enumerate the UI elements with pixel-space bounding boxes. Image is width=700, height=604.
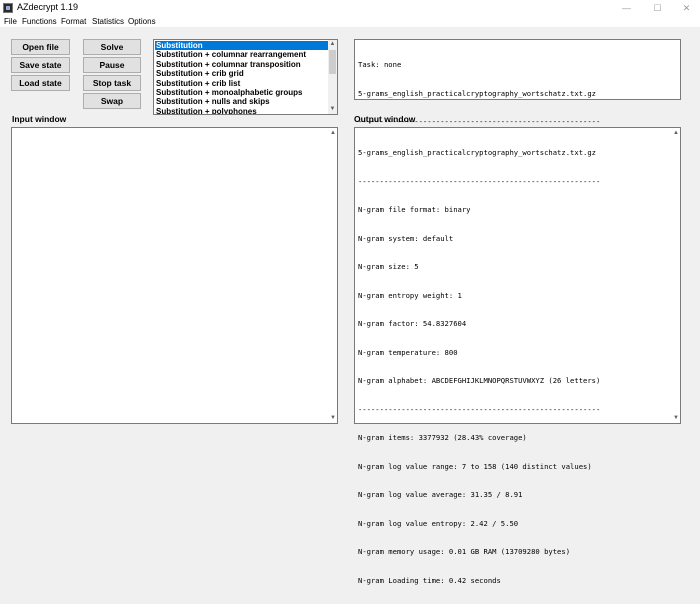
save-state-button[interactable]: Save state <box>11 57 70 73</box>
close-icon[interactable]: ✕ <box>674 0 699 16</box>
output-line: ----------------------------------------… <box>358 176 601 186</box>
output-line: N-gram file format: binary <box>358 205 471 214</box>
solver-item[interactable]: Substitution + columnar rearrangement <box>155 50 329 59</box>
minimize-icon[interactable]: — <box>614 0 639 16</box>
output-window-label: Output window <box>354 114 416 124</box>
solver-item[interactable]: Substitution + crib list <box>155 79 329 88</box>
app-icon <box>3 3 13 13</box>
output-line: 5-grams_english_practicalcryptography_wo… <box>358 148 596 157</box>
window-title: AZdecrypt 1.19 <box>17 2 79 12</box>
pause-button[interactable]: Pause <box>83 57 141 73</box>
scroll-down-icon[interactable]: ▼ <box>328 105 337 114</box>
output-line: N-gram alphabet: ABCDEFGHIJKLMNOPQRSTUVW… <box>358 376 601 385</box>
output-line: ----------------------------------------… <box>358 404 601 414</box>
menu-functions[interactable]: Functions <box>22 16 57 27</box>
output-line: N-gram system: default <box>358 233 454 243</box>
stop-task-button[interactable]: Stop task <box>83 75 141 91</box>
output-line: N-gram log value average: 31.35 / 8.91 <box>358 490 523 499</box>
output-line: N-gram memory usage: 0.01 GB RAM (137092… <box>358 547 571 556</box>
status-panel[interactable]: Task: none 5-grams_english_practicalcryp… <box>354 39 681 126</box>
solver-listbox[interactable]: Substitution Substitution + columnar rea… <box>153 39 338 115</box>
solver-item-selected[interactable]: Substitution <box>155 41 329 51</box>
output-window[interactable]: 5-grams_english_practicalcryptography_wo… <box>354 127 681 585</box>
open-file-button[interactable]: Open file <box>11 39 70 55</box>
scroll-up-icon[interactable]: ▲ <box>328 40 337 49</box>
menu-file[interactable]: File <box>4 16 17 27</box>
input-window-label: Input window <box>12 114 67 124</box>
menu-statistics[interactable]: Statistics <box>92 16 124 27</box>
output-line: N-gram items: 3377932 (28.43% coverage) <box>358 433 527 442</box>
title-bar: AZdecrypt 1.19 — ☐ ✕ <box>0 0 700 16</box>
solver-item[interactable]: Substitution + monoalphabetic groups <box>155 88 329 97</box>
maximize-icon[interactable]: ☐ <box>645 0 670 16</box>
scroll-up-icon[interactable]: ▲ <box>673 130 679 136</box>
menu-options[interactable]: Options <box>128 16 156 27</box>
output-text: 5-grams_english_practicalcryptography_wo… <box>358 129 600 604</box>
output-line: N-gram log value range: 7 to 158 (140 di… <box>358 461 592 471</box>
solver-item[interactable]: Substitution + polyphones <box>155 107 329 114</box>
status-line: Task: none <box>358 60 402 69</box>
solver-list-scrollbar[interactable]: ▲ ▼ <box>328 40 337 114</box>
solve-button[interactable]: Solve <box>83 39 141 55</box>
menu-bar: File Functions Format Statistics Options <box>0 16 700 27</box>
scroll-down-icon[interactable]: ▼ <box>673 415 679 421</box>
output-line: N-gram temperature: 800 <box>358 347 458 357</box>
output-line: N-gram entropy weight: 1 <box>358 290 462 300</box>
menu-format[interactable]: Format <box>61 16 86 27</box>
input-window[interactable]: ▲ ▼ <box>11 127 338 424</box>
swap-button[interactable]: Swap <box>83 93 141 109</box>
status-line: 5-grams_english_practicalcryptography_wo… <box>358 88 596 98</box>
scroll-down-icon[interactable]: ▼ <box>330 415 336 421</box>
output-line: N-gram Loading time: 0.42 seconds <box>358 575 501 585</box>
solver-item[interactable]: Substitution + columnar transposition <box>155 60 329 69</box>
scroll-thumb[interactable] <box>329 50 336 74</box>
output-line: N-gram log value entropy: 2.42 / 5.50 <box>358 518 519 528</box>
load-state-button[interactable]: Load state <box>11 75 70 91</box>
output-line: N-gram factor: 54.8327604 <box>358 319 467 328</box>
output-line: N-gram size: 5 <box>358 262 419 271</box>
solver-item[interactable]: Substitution + crib grid <box>155 69 329 78</box>
scroll-up-icon[interactable]: ▲ <box>330 130 336 136</box>
solver-item[interactable]: Substitution + nulls and skips <box>155 97 329 106</box>
